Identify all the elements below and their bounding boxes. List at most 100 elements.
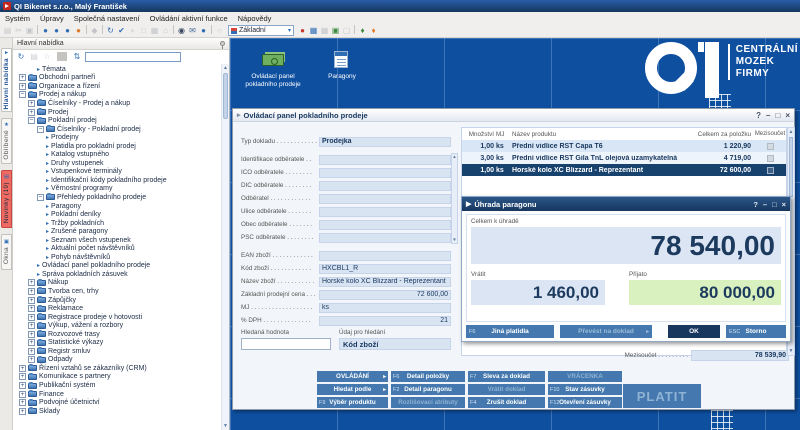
tree-expander-icon[interactable]: + — [19, 408, 26, 415]
menu-item[interactable]: Společná nastavení — [69, 14, 145, 23]
tree-item[interactable]: + ▸ Obchodní partneři — [17, 74, 229, 83]
action-button[interactable]: F9Výběr produktu — [317, 397, 388, 408]
sidebar-tab[interactable]: ▸ Hlavní nabídka — [1, 48, 12, 112]
separator[interactable] — [37, 25, 38, 34]
sidebar-tab[interactable]: ▤ Novinky (19) — [1, 170, 12, 228]
action-button[interactable]: Rozlišovací atributy — [391, 397, 465, 408]
tree-item[interactable]: + ▸ Výkup, vážení a rozbory — [17, 321, 229, 330]
search-icon[interactable]: ◉ — [176, 25, 187, 36]
nav-ball-2-icon[interactable]: ● — [51, 25, 62, 36]
table-row[interactable]: 3,00 ks Přední vidlice RST Gila TnL olej… — [462, 152, 786, 164]
mail-icon[interactable]: ✉ — [187, 25, 198, 36]
tree-expander-icon[interactable]: + — [28, 305, 35, 312]
tree-expander-icon[interactable]: + — [19, 399, 26, 406]
field-input[interactable]: 21 — [319, 316, 451, 326]
tree-item[interactable]: + ▸ Registrace prodeje v hotovosti — [17, 313, 229, 322]
tree-expander-icon[interactable]: + — [19, 365, 26, 372]
tree-expander-icon[interactable]: − — [28, 117, 35, 124]
favorite-red-icon[interactable]: ● — [297, 25, 308, 36]
shortcut-cash-panel[interactable]: Ovládací panel pokladního prodeje — [240, 50, 306, 89]
nav-ball-1-icon[interactable]: ● — [40, 25, 51, 36]
scroll-up-icon[interactable]: ▲ — [788, 128, 794, 136]
field-input[interactable]: HXCBL1_R — [319, 264, 451, 274]
tree-item[interactable]: + ▸ Reklamace — [17, 304, 229, 313]
minimize-icon[interactable]: – — [766, 111, 770, 120]
action-button[interactable]: F2Detail paragonu — [391, 384, 465, 395]
field-input[interactable]: Horské kolo XC Blizzard - Reprezentant — [319, 277, 451, 287]
scrollbar-thumb[interactable] — [789, 137, 793, 197]
separator[interactable] — [57, 52, 67, 61]
window-icon[interactable]: □ — [138, 25, 149, 36]
modules-off-icon[interactable]: ▦ — [319, 25, 330, 36]
action-button[interactable]: F12Otevření zásuvky — [548, 397, 622, 408]
leaf-icon[interactable]: ♦ — [357, 25, 368, 36]
action-button[interactable]: F4Zrušit doklad — [468, 397, 545, 408]
tree-item[interactable]: + ▸ Statistické výkazy — [17, 339, 229, 348]
field-input[interactable] — [319, 194, 451, 204]
separator[interactable] — [354, 25, 355, 34]
tree-item[interactable]: + ▸ Komunikace s partnery — [17, 373, 229, 382]
separator[interactable] — [211, 25, 212, 34]
action-button[interactable]: OVLÁDÁNÍ▸ — [317, 371, 388, 382]
tree-item[interactable]: ▸ Platidla pro pokladní prodej — [17, 142, 229, 151]
globe-icon[interactable]: ● — [198, 25, 209, 36]
transfer-to-document-button[interactable]: Převést na doklad▸ — [560, 325, 652, 338]
table-row[interactable]: 1,00 ks Horské kolo XC Blizzard - Reprez… — [462, 164, 786, 176]
home-icon[interactable]: ⌂ — [160, 25, 171, 36]
tree-item[interactable]: + ▸ Registr smluv — [17, 347, 229, 356]
modules-icon[interactable]: ▦ — [308, 25, 319, 36]
close-icon[interactable]: × — [785, 111, 790, 120]
tree-item[interactable]: + ▸ Organizace a řízení — [17, 82, 229, 91]
menu-item[interactable]: Nápovědy — [233, 14, 277, 23]
copy-icon[interactable]: ▣ — [24, 25, 35, 36]
tree-expander-icon[interactable]: + — [28, 348, 35, 355]
menu-item[interactable]: Úpravy — [35, 14, 69, 23]
search-by-field[interactable]: Kód zboží — [339, 338, 451, 350]
tree-item[interactable]: ▸ Seznam všech vstupenek — [17, 236, 229, 245]
tree-expander-icon[interactable]: + — [28, 297, 35, 304]
cancel-icon[interactable]: ● — [127, 25, 138, 36]
search-input[interactable] — [241, 338, 331, 350]
tree-item[interactable]: ▸ Pohyb návštěvníků — [17, 253, 229, 262]
scroll-down-icon[interactable]: ▼ — [222, 422, 229, 430]
tree-item[interactable]: − ▸ Číselníky - Pokladní prodej — [17, 125, 229, 134]
tree-expander-icon[interactable]: + — [19, 382, 26, 389]
tree-item[interactable]: + ▸ Sklady — [17, 407, 229, 416]
nav-ball-3-icon[interactable]: ● — [62, 25, 73, 36]
tree-item[interactable]: ▸ Aktuální počet návštěvníků — [17, 244, 229, 253]
cut-icon[interactable]: ✂ — [13, 25, 24, 36]
sidebar-tab[interactable]: ▣ Okna — [1, 234, 12, 270]
tree-expander-icon[interactable]: + — [19, 391, 26, 398]
tree-item[interactable]: ▸ Identifikační kódy pokladního prodeje — [17, 176, 229, 185]
action-button[interactable]: F7Sleva za doklad — [468, 371, 545, 382]
pause-icon[interactable]: ○ — [214, 25, 225, 36]
scroll-up-icon[interactable]: ▲ — [222, 64, 229, 72]
tree-expander-icon[interactable]: − — [37, 126, 44, 133]
tree-expander-icon[interactable]: + — [19, 373, 26, 380]
tree-expander-icon[interactable]: + — [28, 288, 35, 295]
field-input[interactable] — [319, 168, 451, 178]
scroll-up-icon[interactable]: ▲ — [452, 154, 457, 160]
tree-item[interactable]: + ▸ Tvorba cen, trhy — [17, 287, 229, 296]
tree-item[interactable]: ▸ Zrušené paragony — [17, 227, 229, 236]
tree-item[interactable]: + ▸ Číselníky - Prodej a nákup — [17, 99, 229, 108]
action-button[interactable]: F6Detail položky — [391, 371, 465, 382]
refresh-icon[interactable]: ↻ — [105, 25, 116, 36]
scroll-down-icon[interactable]: ▼ — [452, 237, 457, 243]
separator[interactable] — [102, 25, 103, 34]
tree-refresh-icon[interactable]: ↻ — [16, 52, 26, 63]
tree-expander-icon[interactable]: + — [28, 322, 35, 329]
nav-ball-4-icon[interactable]: ● — [73, 25, 84, 36]
tree-expander-icon[interactable]: + — [28, 109, 35, 116]
received-field[interactable]: 80 000,00 — [629, 280, 781, 305]
tree-item[interactable]: ▸ Katalog vstupného — [17, 150, 229, 159]
field-input[interactable] — [319, 251, 451, 261]
scrollbar-thumb[interactable] — [223, 73, 228, 119]
separator[interactable] — [86, 25, 87, 34]
field-input[interactable] — [319, 207, 451, 217]
other-payment-button[interactable]: F6Jiná platidla — [466, 325, 554, 338]
tree-item[interactable]: ▸ Ovládací panel pokladního prodeje — [17, 262, 229, 271]
table-row[interactable]: 1,00 ks Přední vidlice RST Capa T6 1 220… — [462, 140, 786, 152]
storno-button[interactable]: ESCStorno — [726, 325, 786, 338]
tree-item[interactable]: + ▸ Nákup — [17, 279, 229, 288]
